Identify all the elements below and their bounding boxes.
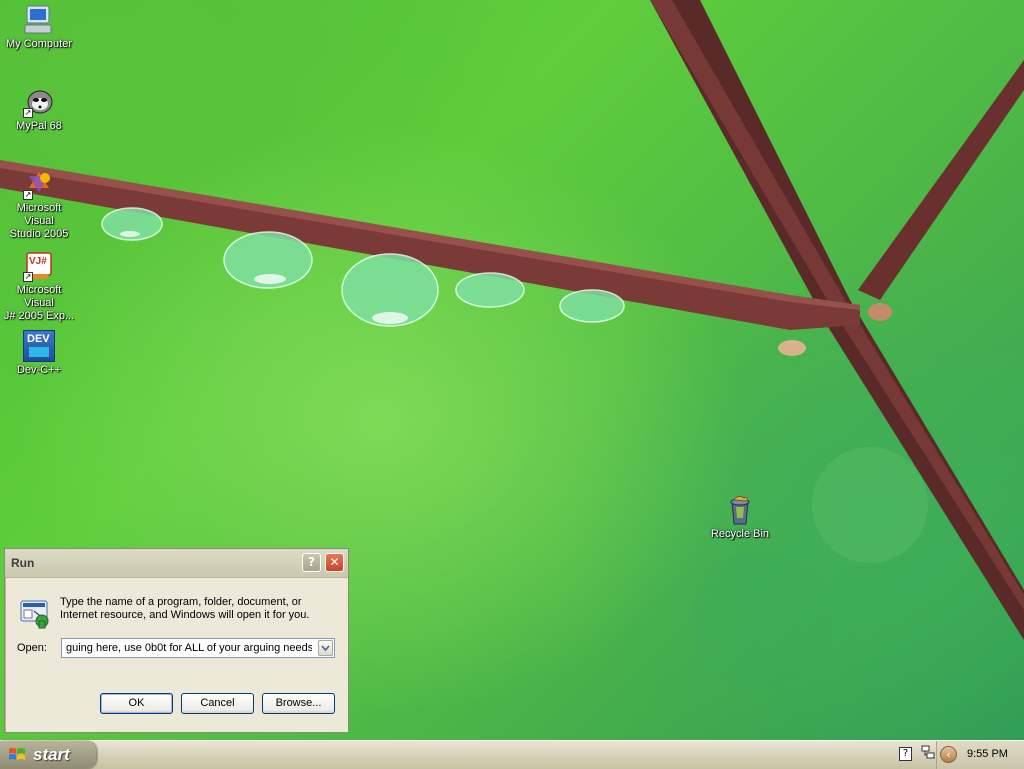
chevron-down-icon	[321, 645, 330, 652]
visual-studio-icon: ↗	[23, 168, 55, 200]
tray-help-icon[interactable]: ?	[899, 747, 912, 761]
desktop-icon-visual-jsharp[interactable]: VJ# ↗ Microsoft Visual J# 2005 Exp...	[1, 250, 77, 323]
desktop-icon-label: MyPal 68	[16, 120, 62, 132]
desktop-icon-dev-cpp[interactable]: DEV Dev-C++	[1, 330, 77, 377]
desktop-icon-label: Dev-C++	[16, 364, 62, 376]
desktop-icon-label: My Computer	[5, 38, 73, 50]
visual-jsharp-icon: VJ# ↗	[23, 250, 55, 282]
shortcut-arrow-icon: ↗	[23, 108, 33, 118]
open-input[interactable]: guing here, use 0b0t for ALL of your arg…	[66, 642, 312, 654]
shortcut-arrow-icon: ↗	[23, 272, 33, 282]
desktop-icon-recycle-bin[interactable]: Recycle Bin	[702, 494, 778, 541]
vj-icon-text: VJ#	[29, 256, 47, 267]
start-label: start	[33, 745, 70, 764]
run-titlebar[interactable]: Run ? ✕	[5, 549, 348, 578]
windows-logo-icon	[9, 748, 25, 760]
dev-icon-plus	[29, 347, 49, 357]
desktop-icon-my-computer[interactable]: My Computer	[1, 4, 77, 51]
help-icon: ?	[308, 555, 315, 569]
desktop-icon-label: Microsoft Visual Studio 2005	[9, 202, 69, 240]
my-computer-icon	[23, 4, 55, 36]
network-icon[interactable]	[921, 745, 935, 763]
taskbar[interactable]: start ? ‹ 9:55 PM	[0, 740, 1024, 769]
dev-icon-text: DEV	[27, 333, 50, 345]
desktop-icon-visual-studio[interactable]: ↗ Microsoft Visual Studio 2005	[1, 168, 77, 241]
desktop-icon-label: Recycle Bin	[710, 528, 770, 540]
desktop-icon-mypal[interactable]: ↗ MyPal 68	[1, 86, 77, 133]
recycle-bin-icon	[724, 494, 756, 526]
tray-expand-button[interactable]: ‹	[940, 746, 957, 763]
open-combobox[interactable]: guing here, use 0b0t for ALL of your arg…	[61, 638, 335, 658]
chevron-left-icon: ‹	[946, 748, 951, 761]
browse-button[interactable]: Browse...	[262, 693, 335, 714]
cancel-button[interactable]: Cancel	[181, 693, 254, 714]
help-button[interactable]: ?	[302, 553, 321, 572]
raccoon-icon: ↗	[23, 86, 55, 118]
close-button[interactable]: ✕	[325, 553, 344, 572]
clock[interactable]: 9:55 PM	[967, 748, 1008, 760]
desktop-icon-label: Microsoft Visual J# 2005 Exp...	[3, 284, 75, 322]
run-dialog: Run ? ✕ Type the name of a program, fold…	[4, 548, 349, 733]
dialog-title: Run	[11, 556, 35, 570]
run-program-icon	[18, 597, 52, 629]
open-label: Open:	[17, 642, 47, 654]
ok-button[interactable]: OK	[100, 693, 173, 714]
run-description: Type the name of a program, folder, docu…	[60, 596, 310, 621]
shortcut-arrow-icon: ↗	[23, 190, 33, 200]
start-button[interactable]: start	[0, 741, 96, 769]
close-icon: ✕	[329, 555, 340, 569]
open-dropdown-button[interactable]	[318, 640, 333, 656]
dev-cpp-icon: DEV	[23, 330, 55, 362]
